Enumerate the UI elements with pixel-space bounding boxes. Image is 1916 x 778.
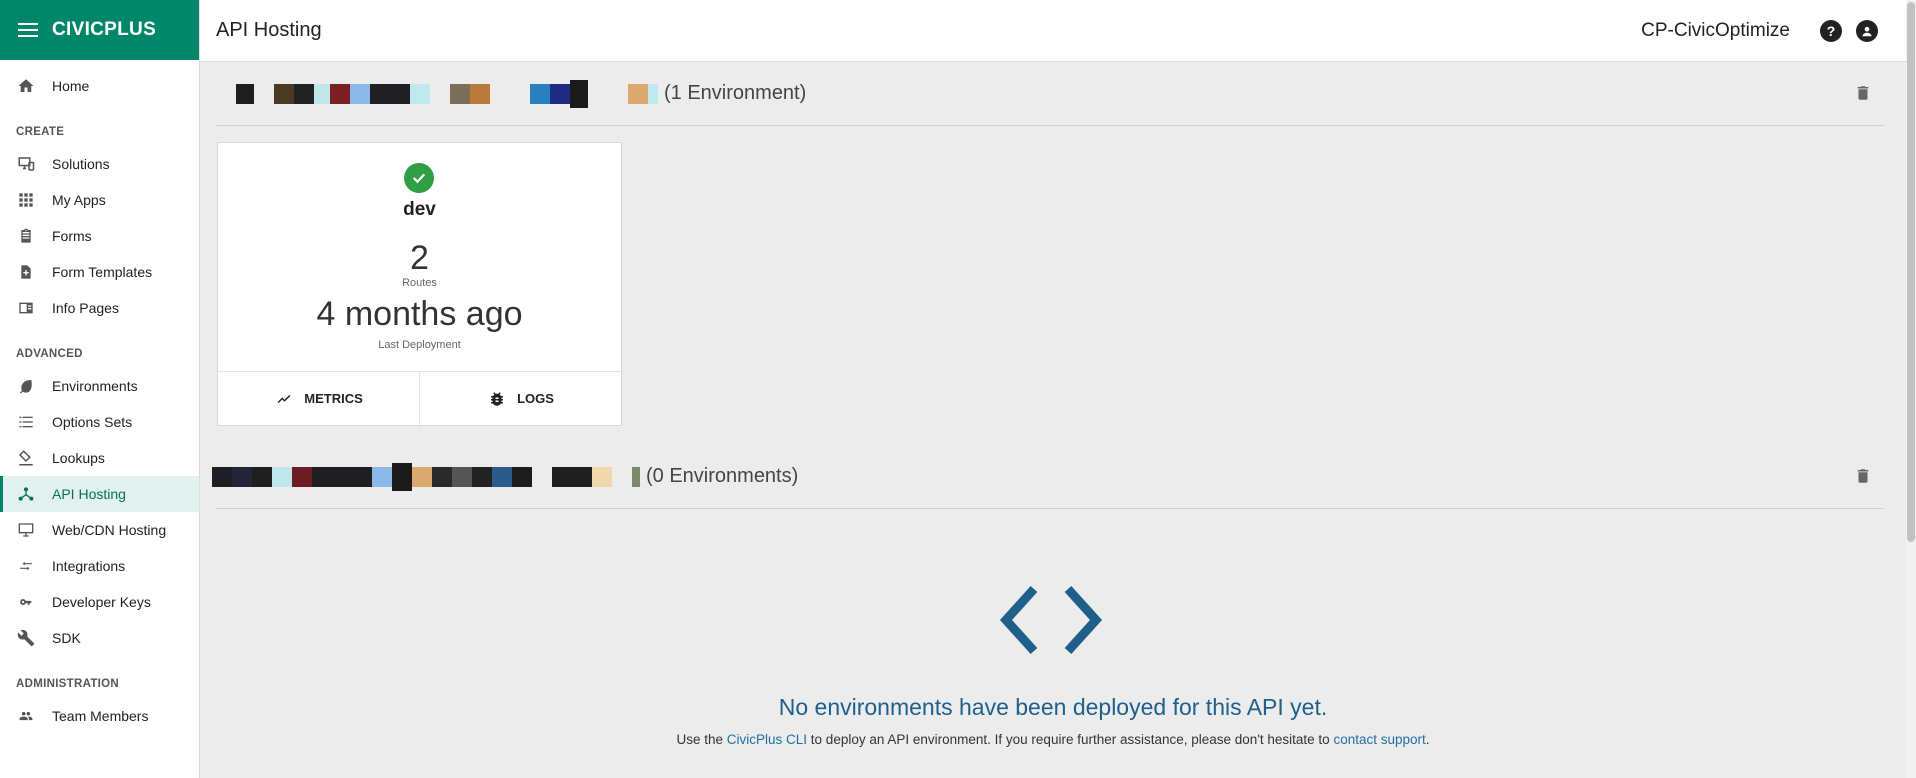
empty-state-title: No environments have been deployed for t… <box>778 694 1328 720</box>
sidebar-item-home[interactable]: Home <box>0 68 199 104</box>
brand-logo[interactable]: CIVICPLUS <box>52 19 156 41</box>
page-title: API Hosting <box>216 19 322 41</box>
lookup-icon <box>16 448 36 468</box>
section-label-administration: ADMINISTRATION <box>16 678 120 690</box>
sidebar-item-forms[interactable]: Forms <box>0 218 199 254</box>
metrics-button[interactable]: METRICS <box>218 372 419 425</box>
apps-grid-icon <box>16 190 36 210</box>
menu-icon[interactable] <box>18 23 38 37</box>
environment-name: dev <box>403 199 436 220</box>
leaf-icon <box>16 376 36 396</box>
section-label-create: CREATE <box>16 126 65 138</box>
environment-card[interactable]: dev 2 Routes 4 months ago Last Deploymen… <box>217 142 622 426</box>
last-deployment-label: Last Deployment <box>378 339 461 351</box>
card-actions: METRICS LOGS <box>218 371 621 425</box>
sidebar-item-lookups[interactable]: Lookups <box>0 440 199 476</box>
route-label: Routes <box>402 277 437 289</box>
route-count: 2 <box>410 239 429 277</box>
sidebar-item-form-templates[interactable]: Form Templates <box>0 254 199 290</box>
sidebar: CIVICPLUS Home CREATE Solutions My Apps <box>0 0 200 778</box>
info-page-icon <box>16 298 36 318</box>
sidebar-item-developer-keys[interactable]: Developer Keys <box>0 584 199 620</box>
monitor-icon <box>16 520 36 540</box>
sidebar-item-api-hosting[interactable]: API Hosting <box>0 476 199 512</box>
arrows-icon <box>16 556 36 576</box>
metrics-label: METRICS <box>304 391 363 406</box>
sidebar-item-sdk[interactable]: SDK <box>0 620 199 656</box>
api-section-header: (1 Environment) <box>216 62 1884 126</box>
env-count: (1 Environment) <box>664 82 807 104</box>
sidebar-item-team-members[interactable]: Team Members <box>0 698 199 734</box>
desc-text: . <box>1425 732 1430 747</box>
api-section-header: (0 Environments) <box>212 445 1884 509</box>
logs-label: LOGS <box>517 391 554 406</box>
help-circle-icon[interactable]: ? <box>1820 19 1842 42</box>
trash-icon[interactable] <box>1854 83 1874 105</box>
scrollbar-thumb[interactable] <box>1907 2 1915 542</box>
clipboard-icon <box>16 226 36 246</box>
desc-text: Use the <box>676 732 727 747</box>
home-icon <box>16 76 36 96</box>
sidebar-item-label: Forms <box>52 228 92 244</box>
page-scrollbar[interactable] <box>1906 0 1916 778</box>
civicplus-cli-link[interactable]: CivicPlus CLI <box>727 732 807 747</box>
env-count: (0 Environments) <box>646 465 799 487</box>
desc-text: to deploy an API environment. If you req… <box>807 732 1334 747</box>
check-circle-icon <box>404 163 434 193</box>
sidebar-item-label: API Hosting <box>52 486 126 502</box>
code-brackets-icon <box>996 585 1106 655</box>
file-add-icon <box>16 262 36 282</box>
bug-icon <box>487 389 507 409</box>
api-hub-icon <box>16 484 36 504</box>
key-icon <box>16 592 36 612</box>
sidebar-item-label: My Apps <box>52 192 106 208</box>
section-label-advanced: ADVANCED <box>16 348 83 360</box>
contact-support-link[interactable]: contact support <box>1333 732 1425 747</box>
empty-state-description: Use the CivicPlus CLI to deploy an API e… <box>200 732 1906 747</box>
sidebar-item-environments[interactable]: Environments <box>0 368 199 404</box>
people-icon <box>16 706 36 726</box>
sidebar-item-label: Home <box>52 78 90 94</box>
wrench-icon <box>16 628 36 648</box>
sidebar-item-label: Options Sets <box>52 414 133 430</box>
trash-icon[interactable] <box>1854 466 1874 488</box>
sidebar-item-label: Lookups <box>52 450 105 466</box>
sidebar-item-label: Solutions <box>52 156 110 172</box>
trending-up-icon <box>274 389 294 409</box>
sidebar-item-solutions[interactable]: Solutions <box>0 146 199 182</box>
sidebar-item-my-apps[interactable]: My Apps <box>0 182 199 218</box>
top-header: API Hosting CP-CivicOptimize ? <box>200 0 1906 62</box>
sidebar-item-label: Environments <box>52 378 138 394</box>
sidebar-item-label: Integrations <box>52 558 126 574</box>
sidebar-item-label: Form Templates <box>52 264 153 280</box>
logs-button[interactable]: LOGS <box>419 372 621 425</box>
sidebar-item-label: Developer Keys <box>52 594 151 610</box>
sidebar-item-label: SDK <box>52 630 81 646</box>
sidebar-item-label: Info Pages <box>52 300 119 316</box>
sidebar-item-label: Team Members <box>52 708 149 724</box>
sidebar-item-info-pages[interactable]: Info Pages <box>0 290 199 326</box>
sidebar-item-label: Web/CDN Hosting <box>52 522 167 538</box>
org-name[interactable]: CP-CivicOptimize <box>1641 20 1790 42</box>
list-icon <box>16 412 36 432</box>
account-circle-icon[interactable] <box>1856 19 1878 42</box>
solutions-icon <box>16 154 36 174</box>
api-name-redacted <box>216 79 658 108</box>
sidebar-item-integrations[interactable]: Integrations <box>0 548 199 584</box>
brand-bar: CIVICPLUS <box>0 0 199 60</box>
main-content: (1 Environment) dev 2 Routes 4 months ag… <box>200 62 1906 778</box>
sidebar-item-web-cdn-hosting[interactable]: Web/CDN Hosting <box>0 512 199 548</box>
sidebar-item-options-sets[interactable]: Options Sets <box>0 404 199 440</box>
api-name-redacted <box>212 462 640 491</box>
last-deployment-time: 4 months ago <box>316 295 523 333</box>
